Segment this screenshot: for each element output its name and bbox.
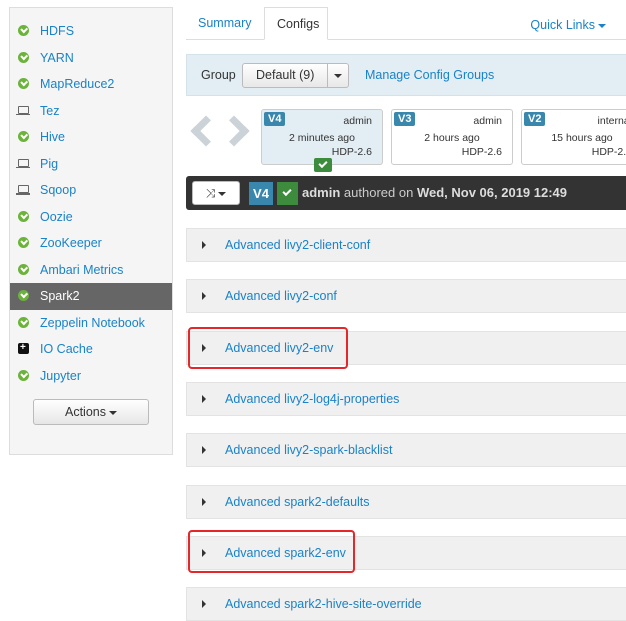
version-card[interactable]: V4 admin 2 minutes ago HDP-2.6 — [261, 109, 383, 172]
version-time: 15 hours ago — [551, 132, 613, 144]
sidebar-item-spark2[interactable]: Spark2 — [10, 283, 172, 310]
check-circle-icon — [18, 369, 29, 381]
version-badge: V3 — [394, 112, 416, 126]
laptop-icon — [16, 105, 30, 115]
highlight-box — [188, 530, 355, 573]
check-circle-icon — [18, 290, 29, 301]
sidebar-item-zeppelin-notebook[interactable]: Zeppelin Notebook — [10, 310, 172, 337]
caret-down-icon — [218, 191, 227, 196]
section-title[interactable]: Advanced livy2-client-conf — [225, 238, 370, 252]
version-badge: V2 — [524, 112, 546, 126]
current-version-bar: ⤨ V4 admin authored on Wed, Nov 06, 2019… — [186, 176, 626, 210]
tab-summary[interactable]: Summary — [186, 7, 263, 40]
highlight-box — [188, 327, 348, 369]
manage-config-groups-link[interactable]: Manage Config Groups — [365, 68, 494, 82]
chevron-right-icon[interactable] — [218, 115, 250, 147]
group-select[interactable]: Default (9) — [242, 63, 349, 88]
sidebar-item-hdfs[interactable]: HDFS — [10, 18, 172, 45]
medkit-icon — [18, 340, 29, 357]
version-info: admin authored on Wed, Nov 06, 2019 12:4… — [302, 185, 568, 200]
caret-right-icon[interactable] — [202, 241, 206, 249]
laptop-icon — [16, 185, 30, 195]
config-section[interactable]: Advanced spark2-defaults — [186, 484, 626, 519]
config-section[interactable]: Advanced livy2-client-conf — [186, 228, 626, 262]
section-title[interactable]: Advanced livy2-spark-blacklist — [225, 443, 392, 457]
version-time: 2 minutes ago — [289, 132, 355, 144]
services-sidebar: HDFS YARN MapReduce2 Tez Hive Pig Sqoop Oozie Zo… — [9, 7, 173, 455]
group-label: Group — [201, 68, 236, 82]
chevron-left-icon[interactable] — [190, 115, 222, 147]
sidebar-item-yarn[interactable]: YARN — [10, 45, 172, 72]
sidebar-item-mapreduce2[interactable]: MapReduce2 — [10, 71, 172, 98]
sidebar-item-pig[interactable]: Pig — [10, 151, 172, 178]
sidebar-item-ambari-metrics[interactable]: Ambari Metrics — [10, 257, 172, 284]
check-circle-icon — [18, 25, 29, 36]
quick-links-dropdown[interactable]: Quick Links — [530, 18, 606, 32]
check-circle-icon — [18, 51, 29, 63]
service-tabs: Summary Configs Quick Links — [186, 7, 626, 40]
version-time: 2 hours ago — [424, 132, 480, 144]
sidebar-item-zookeeper[interactable]: ZooKeeper — [10, 230, 172, 257]
version-user: admin — [343, 115, 372, 127]
caret-right-icon[interactable] — [202, 497, 206, 506]
version-badge: V4 — [249, 182, 273, 205]
version-user: internal — [597, 115, 626, 127]
caret-down-icon — [598, 23, 606, 28]
actions-button[interactable]: Actions — [33, 399, 149, 425]
config-section[interactable]: Advanced livy2-log4j-properties — [186, 381, 626, 416]
section-title[interactable]: Advanced spark2-defaults — [225, 495, 370, 509]
version-card[interactable]: V2 internal 15 hours ago HDP-2.6 — [521, 109, 626, 165]
caret-down-icon[interactable] — [334, 74, 342, 78]
sidebar-item-jupyter[interactable]: Jupyter — [10, 363, 172, 390]
check-circle-icon — [18, 316, 29, 328]
check-circle-icon — [18, 210, 29, 222]
config-group-bar: Group Default (9) Manage Config Groups — [186, 54, 626, 96]
version-stack: HDP-2.6 — [331, 146, 372, 158]
config-section[interactable]: Advanced livy2-spark-blacklist — [186, 433, 626, 468]
version-stack: HDP-2.6 — [461, 146, 502, 158]
version-stack: HDP-2.6 — [591, 146, 626, 158]
sidebar-item-hive[interactable]: Hive — [10, 124, 172, 151]
shuffle-icon: ⤨ — [205, 186, 216, 200]
check-circle-icon — [18, 78, 29, 89]
caret-right-icon[interactable] — [202, 394, 206, 403]
sidebar-item-io-cache[interactable]: IO Cache — [10, 336, 172, 363]
check-icon — [314, 158, 332, 172]
check-icon — [277, 182, 298, 205]
caret-down-icon — [109, 410, 117, 415]
sidebar-item-oozie[interactable]: Oozie — [10, 204, 172, 231]
section-title[interactable]: Advanced spark2-hive-site-override — [225, 597, 422, 611]
section-title[interactable]: Advanced livy2-conf — [225, 289, 337, 303]
caret-right-icon[interactable] — [202, 292, 206, 301]
compare-button[interactable]: ⤨ — [192, 181, 240, 205]
config-section[interactable]: Advanced spark2-hive-site-override — [186, 587, 626, 621]
check-circle-icon — [18, 263, 29, 275]
config-section[interactable]: Advanced livy2-conf — [186, 279, 626, 314]
version-user: admin — [473, 115, 502, 127]
laptop-icon — [16, 158, 30, 168]
check-circle-icon — [18, 131, 29, 142]
sidebar-item-sqoop[interactable]: Sqoop — [10, 177, 172, 204]
caret-right-icon[interactable] — [202, 600, 206, 609]
check-circle-icon — [18, 237, 29, 248]
sidebar-item-tez[interactable]: Tez — [10, 98, 172, 125]
section-title[interactable]: Advanced livy2-log4j-properties — [225, 392, 399, 406]
tab-configs[interactable]: Configs — [264, 7, 328, 40]
version-card[interactable]: V3 admin 2 hours ago HDP-2.6 — [391, 109, 513, 165]
caret-right-icon[interactable] — [202, 446, 206, 455]
version-badge: V4 — [264, 112, 286, 126]
